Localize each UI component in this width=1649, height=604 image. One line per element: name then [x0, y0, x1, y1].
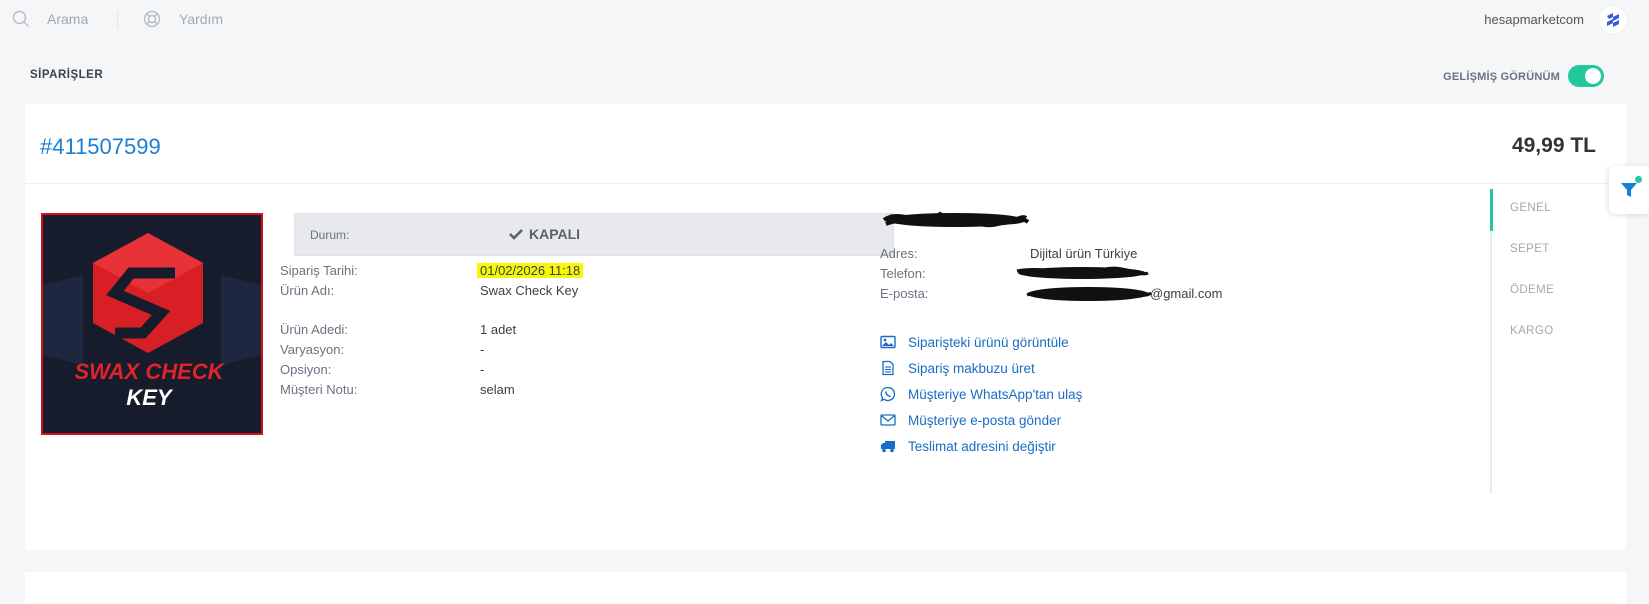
order-card: #411507599 49,99 TL SWAX CHECK KEY Durum…	[25, 104, 1626, 550]
whatsapp-label: Müşteriye WhatsApp'tan ulaş	[908, 386, 1083, 402]
tab-sepet[interactable]: SEPET	[1510, 243, 1550, 255]
option-label: Opsiyon:	[280, 362, 332, 377]
filter-button[interactable]	[1609, 166, 1649, 214]
customer-note-value: selam	[480, 382, 515, 397]
document-icon	[882, 360, 894, 376]
store-logo-icon[interactable]	[1599, 6, 1627, 34]
variation-value: -	[480, 342, 485, 357]
top-bar: Arama Yardım hesapmarketcom	[0, 0, 1649, 40]
help-button[interactable]: Yardım	[143, 10, 223, 28]
email-redaction	[1026, 287, 1152, 301]
order-date-label: Sipariş Tarihi:	[280, 263, 358, 278]
product-image-subtitle: KEY	[126, 385, 174, 410]
order-date-value: 01/02/2026 11:18	[477, 263, 584, 278]
product-name-label: Ürün Adı:	[280, 283, 335, 298]
active-indicator	[1490, 189, 1493, 231]
send-email-action[interactable]: Müşteriye e-posta gönder	[880, 407, 1082, 433]
variation-label: Varyasyon:	[280, 342, 345, 357]
email-label: E-posta:	[880, 286, 929, 301]
phone-label: Telefon:	[880, 266, 926, 281]
envelope-icon	[880, 414, 896, 426]
action-list: Siparişteki ürünü görüntüle Sipariş makb…	[880, 329, 1082, 459]
lifebuoy-icon	[143, 10, 161, 28]
toggle-knob	[1585, 68, 1601, 84]
next-card	[25, 572, 1626, 604]
view-product-label: Siparişteki ürünü görüntüle	[908, 334, 1069, 350]
product-image-title: SWAX CHECK	[74, 359, 225, 384]
option-value: -	[480, 362, 485, 377]
filter-active-dot	[1635, 176, 1642, 183]
address-value: Dijital ürün Türkiye	[1030, 246, 1138, 261]
whatsapp-icon	[880, 386, 896, 402]
product-image[interactable]: SWAX CHECK KEY	[41, 213, 263, 435]
order-section-nav: GENEL SEPET ÖDEME KARGO	[1490, 189, 1626, 494]
tab-genel[interactable]: GENEL	[1510, 202, 1551, 214]
status-box: Durum: KAPALI	[294, 213, 894, 256]
send-email-label: Müşteriye e-posta gönder	[908, 412, 1062, 428]
tab-kargo[interactable]: KARGO	[1510, 325, 1554, 337]
advanced-view-label: GELİŞMİŞ GÖRÜNÜM	[1443, 71, 1560, 83]
username[interactable]: hesapmarketcom	[1484, 12, 1584, 27]
order-total: 49,99 TL	[1511, 134, 1596, 157]
search-icon	[12, 10, 29, 27]
product-name-value: Swax Check Key	[480, 283, 579, 298]
order-card-header: #411507599 49,99 TL	[25, 104, 1626, 184]
change-address-action[interactable]: Teslimat adresini değiştir	[880, 433, 1082, 459]
customer-note-label: Müşteri Notu:	[280, 382, 358, 397]
help-label: Yardım	[179, 11, 224, 27]
quantity-label: Ürün Adedi:	[280, 322, 348, 337]
customer-name-redaction	[882, 211, 1030, 228]
advanced-view-toggle[interactable]	[1568, 65, 1604, 87]
status-label: Durum:	[310, 228, 350, 242]
search-button[interactable]: Arama	[12, 10, 88, 28]
quantity-value: 1 adet	[480, 322, 517, 337]
image-icon	[880, 335, 896, 349]
topbar-divider	[117, 12, 118, 28]
tab-odeme[interactable]: ÖDEME	[1510, 284, 1554, 296]
view-product-action[interactable]: Siparişteki ürünü görüntüle	[880, 329, 1082, 355]
change-address-label: Teslimat adresini değiştir	[908, 438, 1056, 454]
generate-receipt-action[interactable]: Sipariş makbuzu üret	[880, 355, 1082, 381]
order-number[interactable]: #411507599	[40, 134, 161, 160]
check-icon	[509, 229, 523, 240]
status-badge: KAPALI	[509, 226, 580, 242]
address-label: Adres:	[880, 246, 918, 261]
phone-redaction	[1016, 266, 1149, 279]
email-suffix: @gmail.com	[1150, 286, 1223, 301]
filter-icon	[1621, 183, 1637, 197]
status-value: KAPALI	[529, 226, 581, 242]
product-logo-graphic: SWAX CHECK KEY	[43, 233, 261, 410]
page-title: SİPARİŞLER	[30, 69, 104, 81]
search-label: Arama	[47, 11, 89, 27]
whatsapp-action[interactable]: Müşteriye WhatsApp'tan ulaş	[880, 381, 1082, 407]
generate-receipt-label: Sipariş makbuzu üret	[908, 360, 1035, 376]
truck-icon	[881, 441, 895, 453]
